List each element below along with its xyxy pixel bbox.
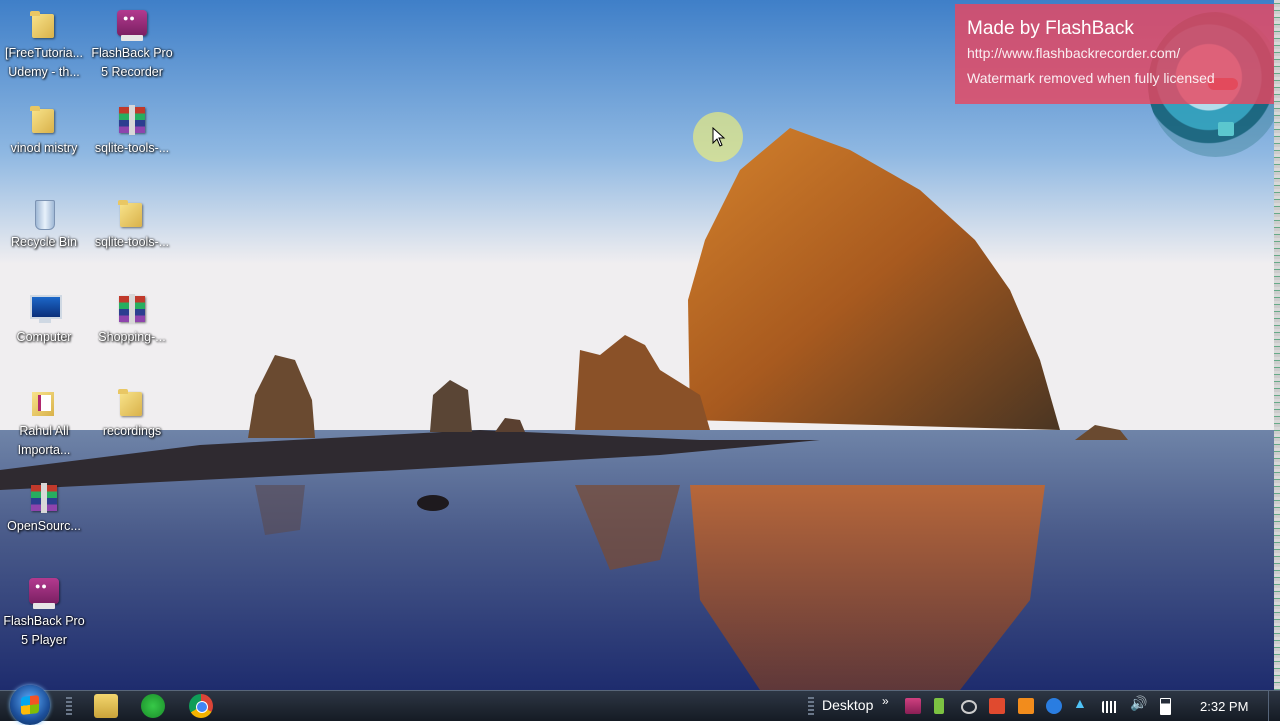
windows-explorer-icon[interactable] [94,694,118,718]
a-app-tray-icon[interactable]: ▲ [1073,695,1089,711]
desktop-icon-computer[interactable]: Computer [0,292,88,347]
desktop-icon-sqlite-tools-folder[interactable]: sqlite-tools-... [88,197,176,252]
chrome-icon[interactable] [189,694,213,718]
volume-icon[interactable]: 🔊 [1130,695,1147,711]
watermark-note: Watermark removed when fully licensed [967,70,1215,86]
desktop-icon-label: sqlite-tools-... [94,141,170,155]
desktop-icon-label: FlashBack Pro 5 Player [3,614,85,647]
flashback-watermark: Made by FlashBack http://www.flashbackre… [955,4,1275,104]
battery-app-icon[interactable] [934,698,944,714]
flashback-recorder-icon [115,8,149,42]
red-app-tray-icon[interactable] [989,698,1005,714]
desktop-icon-vinod-mistry-folder[interactable]: vinod mistry [0,103,88,158]
desktop-icon-label: recordings [102,424,162,438]
network-icon[interactable] [1102,701,1118,713]
watermark-title: Made by FlashBack [967,18,1134,39]
computer-icon [27,292,62,326]
desktop-icon-label: [FreeTutoria... Udemy - th... [4,46,84,79]
folder-icon [27,103,61,137]
desktop-icon-label: sqlite-tools-... [94,235,170,249]
folder-icon [115,386,149,420]
folder-icon [115,197,149,231]
desktop-icon-label: Shopping-... [98,330,166,344]
desktop-icon-freetutorials-folder[interactable]: [FreeTutoria... Udemy - th... [0,8,88,82]
desktop-icon-flashback-player[interactable]: FlashBack Pro 5 Player [0,576,88,650]
taskbar-grip[interactable] [66,697,72,715]
screen-edge-artifact [1274,0,1280,690]
winrar-archive-icon [115,103,149,137]
watermark-url: http://www.flashbackrecorder.com/ [967,45,1181,61]
green-app-icon[interactable] [141,694,165,718]
flashback-tray-icon[interactable] [905,698,921,714]
mouse-pointer-icon [712,127,726,147]
recycle-bin-icon [27,197,61,231]
desktop-icon-opensource-archive[interactable]: OpenSourc... [0,481,88,536]
desktop-icon-recordings-folder[interactable]: recordings [88,386,176,441]
desktop-icon-label: Rahul All Importa... [17,424,71,457]
taskbar-clock[interactable]: 2:32 PM [1200,699,1248,714]
desktop-toolbar[interactable]: Desktop [822,697,873,713]
folder-icon [27,8,61,42]
desktop-icon-shopping-archive[interactable]: Shopping-... [88,292,176,347]
desktop-icon-label: FlashBack Pro 5 Recorder [91,46,173,79]
windows-logo-icon [21,695,39,715]
taskbar: Desktop » ▲ 🔊 2:32 PM [0,685,1280,725]
show-desktop-button[interactable] [1268,691,1280,721]
battery-icon[interactable] [1160,698,1171,715]
desktop-icon-label: Computer [16,330,72,344]
desktop-icon-sqlite-tools-archive[interactable]: sqlite-tools-... [88,103,176,158]
desktop-icon-label: Recycle Bin [11,235,77,249]
winrar-archive-icon [115,292,149,326]
document-folder-icon [27,386,61,420]
blue-app-tray-icon[interactable] [1046,698,1062,714]
sync-icon[interactable] [961,700,977,714]
flashback-player-icon [27,576,61,610]
toolbar-grip[interactable] [808,697,814,715]
orange-app-tray-icon[interactable] [1018,698,1034,714]
start-button[interactable] [10,685,50,725]
toolbar-overflow-chevron-icon[interactable]: » [882,694,889,708]
gadget-menu-icon[interactable] [1218,122,1234,136]
winrar-archive-icon [27,481,61,515]
desktop-icon-label: OpenSourc... [7,519,81,533]
desktop-icon-recycle-bin[interactable]: Recycle Bin [0,197,88,252]
desktop-icon-rahul-all-important[interactable]: Rahul All Importa... [0,386,88,460]
desktop-icon-flashback-recorder[interactable]: FlashBack Pro 5 Recorder [88,8,176,82]
desktop-icon-label: vinod mistry [10,141,78,155]
